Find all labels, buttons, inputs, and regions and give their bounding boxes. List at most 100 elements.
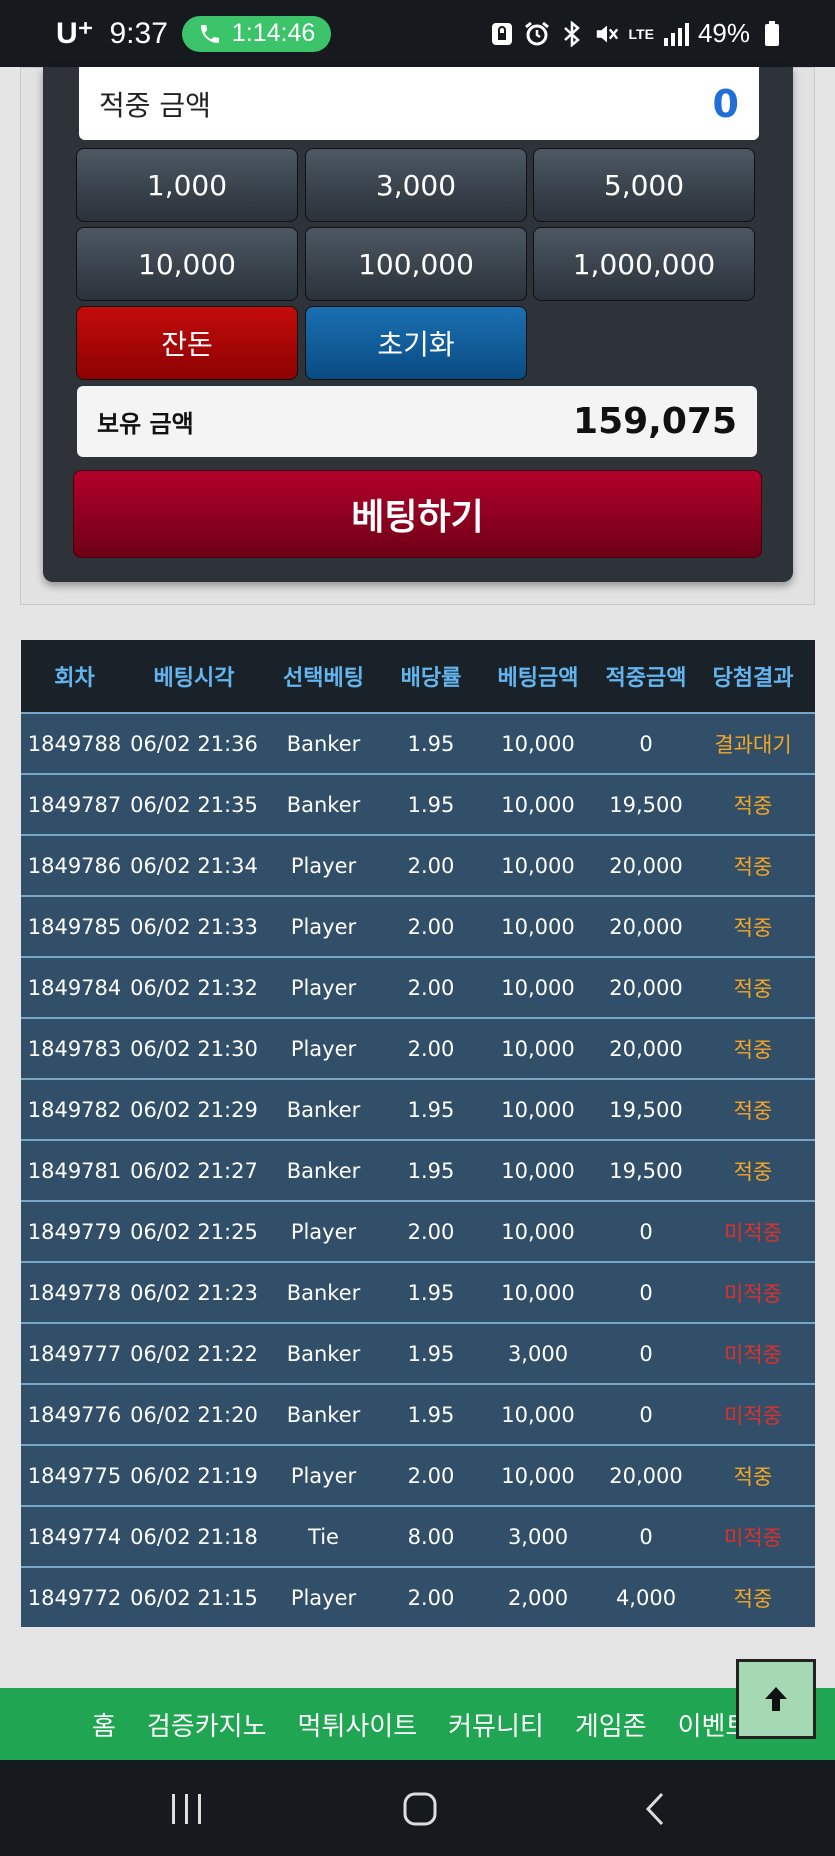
cell-selection: Player [290,975,357,1000]
scroll-to-top-button[interactable] [736,1659,816,1739]
cell-bet-time: 06/02 21:25 [130,1219,258,1244]
cell-selection: Banker [286,1158,361,1183]
cell-odds: 2.00 [407,975,455,1000]
cell-result: 적중 [733,854,773,879]
cell-win-amount: 20,000 [609,1036,683,1061]
cell-round: 1849774 [27,1524,122,1549]
cell-selection: Player [290,1036,357,1061]
table-row: 1849784 06/02 21:32 Player 2.00 10,000 20,000… [21,956,815,1017]
alarm-icon [524,21,550,47]
cell-result: 미적중 [724,1220,782,1245]
signal-icon [663,21,689,47]
header-win-amount: 적중금액 [605,666,687,691]
balance-value: 159,075 [573,401,737,442]
cell-selection: Tie [308,1524,339,1549]
cell-round: 1849787 [27,792,122,817]
table-row: 1849781 06/02 21:27 Banker 1.95 10,000 19,500… [21,1139,815,1200]
cell-win-amount: 20,000 [609,853,683,878]
cell-bet-time: 06/02 21:34 [130,853,258,878]
header-odds: 배당률 [400,666,462,691]
cell-result: 결과대기 [714,732,792,757]
cell-win-amount: 19,500 [609,1158,683,1183]
cell-selection: Banker [286,1402,361,1427]
table-row: 1849774 06/02 21:18 Tie 8.00 3,000 0 미적중 [21,1505,815,1566]
system-nav-bar [0,1760,835,1856]
table-row: 1849776 06/02 21:20 Banker 1.95 10,000 0 미적중 [21,1383,815,1444]
cell-round: 1849783 [27,1036,122,1061]
cell-odds: 2.00 [407,853,455,878]
footer-nav: 홈 검증카지노 먹튀사이트 커뮤니티 게임존 이벤트 [0,1688,835,1760]
table-row: 1849786 06/02 21:34 Player 2.00 10,000 20,000… [21,834,815,895]
table-row: 1849772 06/02 21:15 Player 2.00 2,000 4,000 적중 [21,1566,815,1627]
amount-1000-button[interactable]: 1,000 [76,148,298,222]
cell-bet-amount: 10,000 [501,1280,575,1305]
cell-round: 1849781 [27,1158,122,1183]
cell-bet-amount: 3,000 [507,1341,569,1366]
nav-home[interactable]: 홈 [92,1706,116,1743]
cell-win-amount: 0 [639,1402,653,1427]
place-bet-button[interactable]: 베팅하기 [73,470,762,558]
win-amount-box: 적중 금액 0 [79,67,759,140]
cell-bet-amount: 10,000 [501,792,575,817]
nav-scam-sites[interactable]: 먹튀사이트 [298,1706,418,1743]
cell-result: 미적중 [724,1342,782,1367]
amount-5000-button[interactable]: 5,000 [533,148,755,222]
table-row: 1849785 06/02 21:33 Player 2.00 10,000 20,000… [21,895,815,956]
nav-game-zone[interactable]: 게임존 [575,1706,647,1743]
cell-bet-amount: 10,000 [501,731,575,756]
cell-result: 미적중 [724,1281,782,1306]
header-bet-time: 베팅시각 [153,666,235,691]
table-row: 1849787 06/02 21:35 Banker 1.95 10,000 19,500… [21,773,815,834]
amount-1000000-button[interactable]: 1,000,000 [533,227,755,301]
cell-round: 1849775 [27,1463,122,1488]
carrier-label: U⁺ [56,17,94,50]
cell-bet-time: 06/02 21:27 [130,1158,258,1183]
nav-verified-casino[interactable]: 검증카지노 [147,1706,267,1743]
cell-bet-time: 06/02 21:35 [130,792,258,817]
cell-odds: 2.00 [407,914,455,939]
home-icon [403,1792,437,1826]
table-row: 1849788 06/02 21:36 Banker 1.95 10,000 0 결과대기 [21,712,815,773]
balance-label: 보유 금액 [97,410,194,438]
cell-bet-time: 06/02 21:23 [130,1280,258,1305]
cell-odds: 1.95 [407,1402,455,1427]
cell-bet-amount: 10,000 [501,1219,575,1244]
cell-selection: Player [290,853,357,878]
cell-odds: 1.95 [407,792,455,817]
back-button[interactable] [630,1784,680,1834]
header-result: 당첨결과 [712,666,794,691]
amount-100000-button[interactable]: 100,000 [305,227,527,301]
amount-10000-button[interactable]: 10,000 [76,227,298,301]
cell-round: 1849782 [27,1097,122,1122]
change-button[interactable]: 잔돈 [76,306,298,380]
cell-selection: Banker [286,731,361,756]
cell-result: 적중 [733,1464,773,1489]
cell-round: 1849779 [27,1219,122,1244]
cell-result: 적중 [733,1159,773,1184]
cell-bet-amount: 10,000 [501,853,575,878]
table-row: 1849782 06/02 21:29 Banker 1.95 10,000 19,500… [21,1078,815,1139]
cell-bet-time: 06/02 21:15 [130,1585,258,1610]
cell-round: 1849784 [27,975,122,1000]
lock-badge-icon [489,21,515,47]
cell-odds: 1.95 [407,1280,455,1305]
cell-selection: Player [290,1463,357,1488]
cell-selection: Banker [286,792,361,817]
cell-result: 적중 [733,1037,773,1062]
cell-result: 미적중 [724,1525,782,1550]
cell-win-amount: 19,500 [609,792,683,817]
header-bet-amount: 베팅금액 [497,666,579,691]
amount-3000-button[interactable]: 3,000 [305,148,527,222]
reset-button[interactable]: 초기화 [305,306,527,380]
table-row: 1849779 06/02 21:25 Player 2.00 10,000 0 미적중 [21,1200,815,1261]
header-selection: 선택베팅 [283,666,364,691]
home-button[interactable] [395,1784,445,1834]
call-timer-pill[interactable]: 1:14:46 [181,15,332,52]
cell-odds: 1.95 [407,731,455,756]
header-round: 회차 [54,666,95,691]
cell-odds: 1.95 [407,1158,455,1183]
cell-bet-time: 06/02 21:19 [130,1463,258,1488]
nav-community[interactable]: 커뮤니티 [448,1706,544,1743]
recent-apps-button[interactable] [162,1784,212,1834]
cell-selection: Player [290,1585,357,1610]
